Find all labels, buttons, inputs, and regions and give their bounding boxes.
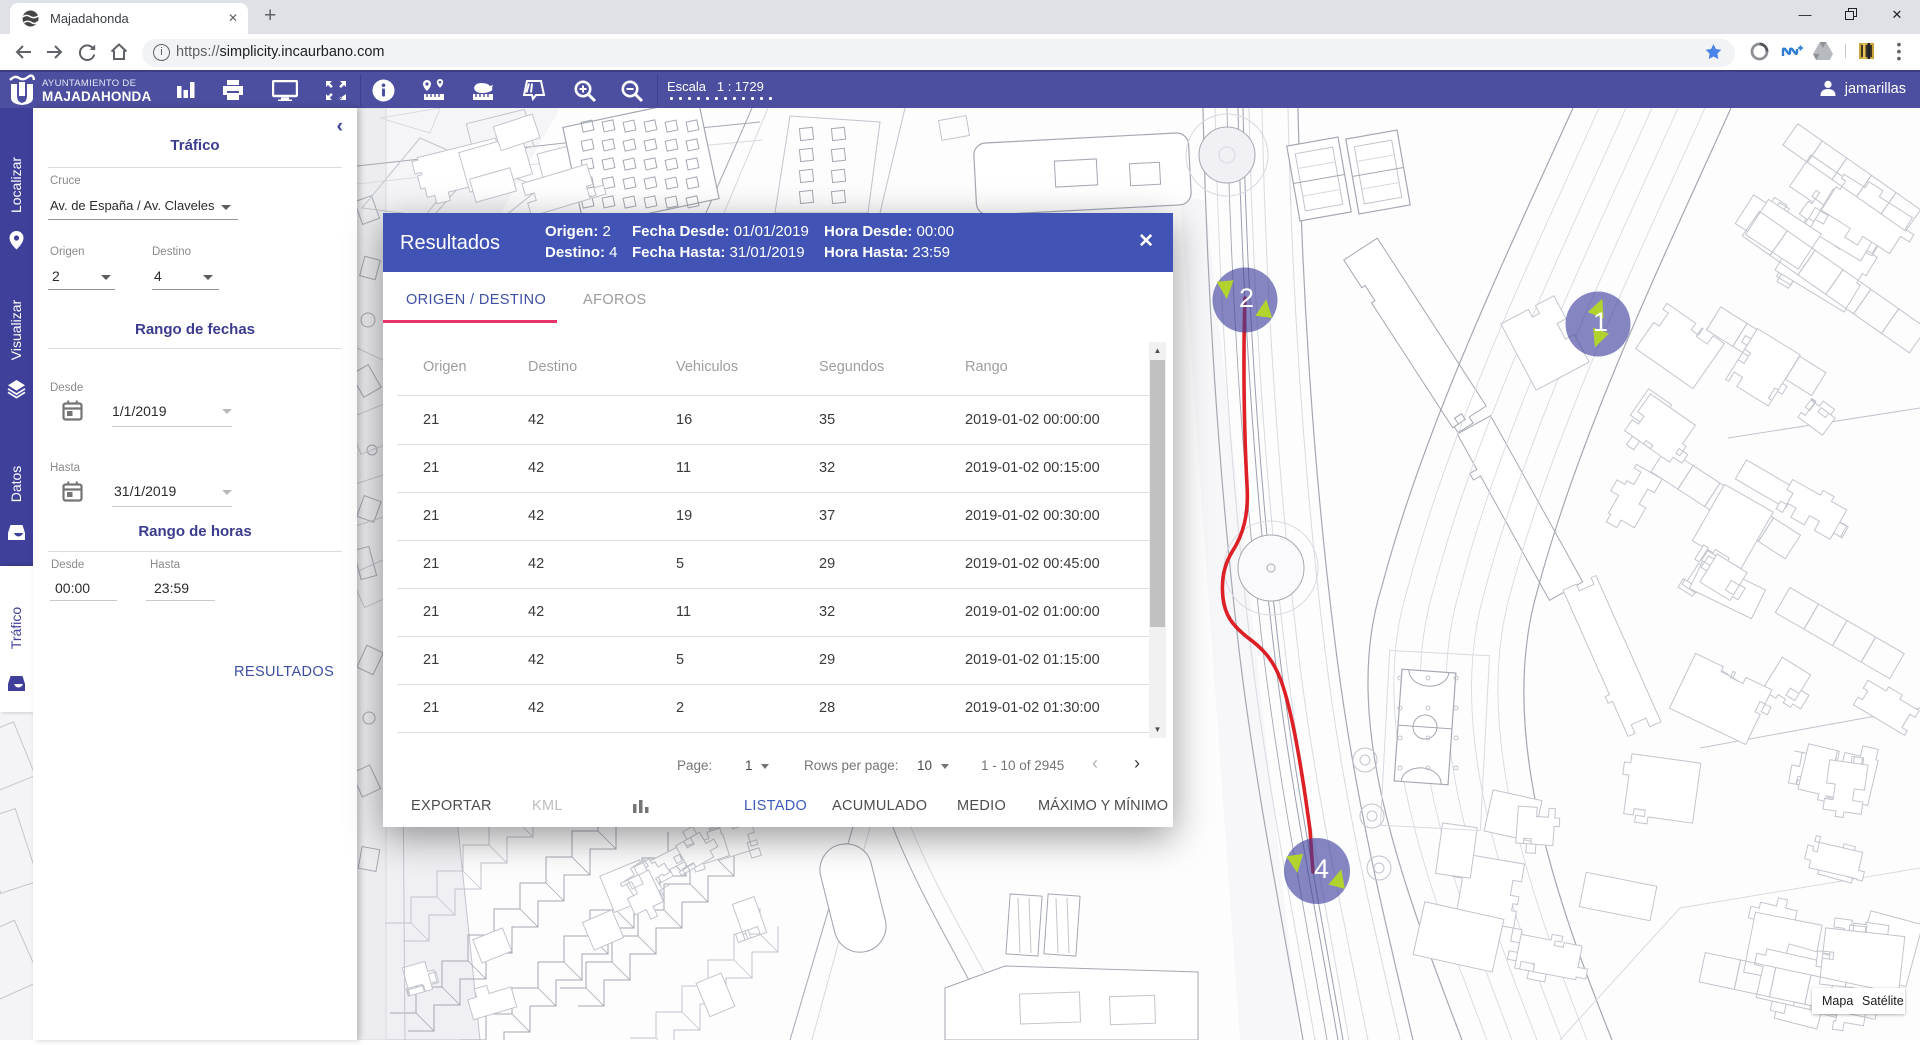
svg-text:Datos: Datos — [8, 466, 24, 503]
svg-text:Tráfico: Tráfico — [8, 607, 24, 649]
svg-text:2: 2 — [1239, 283, 1254, 313]
svg-text:1: 1 — [1593, 307, 1608, 337]
svg-text:Localizar: Localizar — [8, 157, 24, 213]
svg-text:Visualizar: Visualizar — [8, 299, 24, 360]
svg-text:4: 4 — [1314, 854, 1329, 884]
